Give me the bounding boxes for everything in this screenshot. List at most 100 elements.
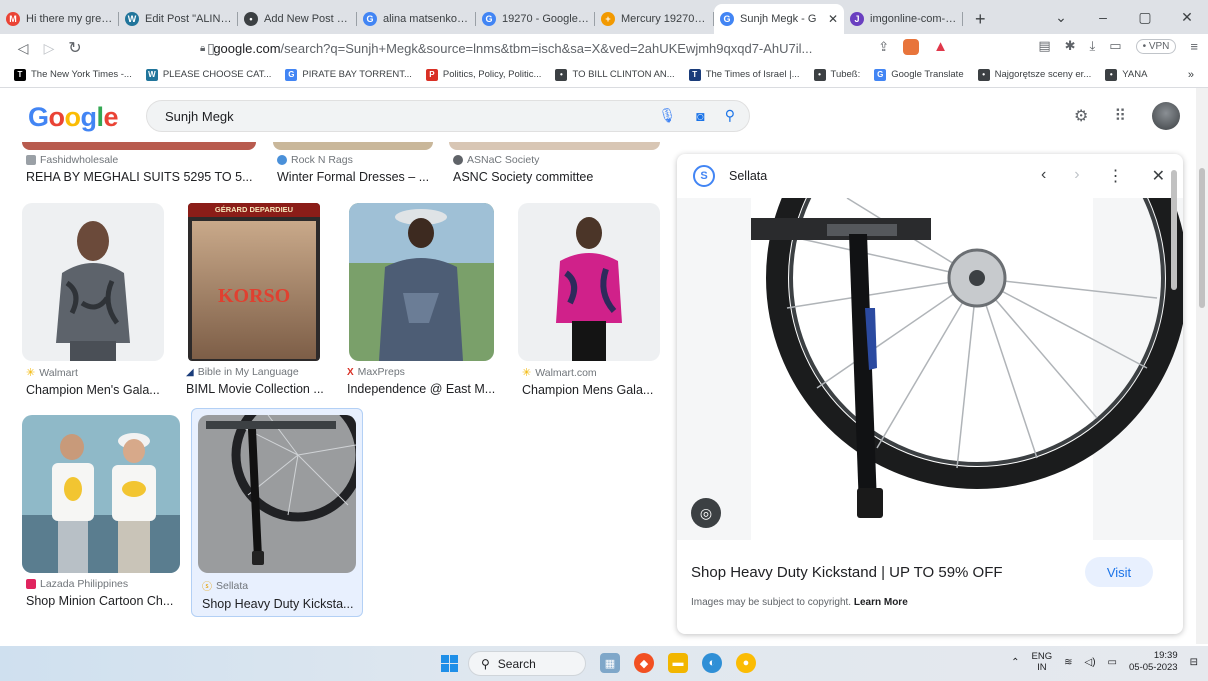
result-thumbnail[interactable] (518, 203, 660, 361)
bookmark-item[interactable]: G PIRATE BAY TORRENT... (285, 68, 412, 81)
browser-tab[interactable]: G 19270 - Google Sea (476, 4, 595, 34)
result-item[interactable]: ✳ Walmart Champion Men's Gala... (26, 366, 172, 398)
reload-icon[interactable]: ↻ (62, 38, 88, 58)
result-item[interactable]: ✳ Walmart.com Champion Mens Gala... (522, 366, 668, 398)
close-tab-icon[interactable]: ✕ (828, 12, 838, 26)
vpn-button[interactable]: • VPN (1135, 38, 1177, 54)
extensions-icon[interactable]: ✱ (1065, 38, 1076, 54)
bookmark-item[interactable]: • Tubeß: (813, 68, 860, 81)
result-thumbnail[interactable]: GÉRARD DEPARDIEU KORSO (188, 203, 320, 361)
brave-shields-icon[interactable] (903, 38, 920, 55)
language-indicator[interactable]: ENG IN (1032, 651, 1053, 673)
more-options-icon[interactable]: ⋮ (1108, 166, 1124, 186)
visit-button[interactable]: Visit (1085, 557, 1153, 587)
close-window-button[interactable]: ✕ (1166, 9, 1208, 26)
menu-icon[interactable]: ≡ (1190, 39, 1198, 54)
panel-scrollbar[interactable] (1169, 170, 1179, 620)
preview-image[interactable]: ◎ (677, 154, 1183, 540)
apps-grid-icon[interactable]: ⠿ (1114, 106, 1126, 126)
bookmark-item[interactable]: W PLEASE CHOOSE CAT... (145, 68, 271, 81)
result-item[interactable]: Rock N Rags Winter Formal Dresses – ... (277, 154, 437, 184)
browser-tab[interactable]: Jimgonline-com-ua- (844, 4, 963, 34)
maximize-button[interactable]: ▢ (1124, 9, 1166, 26)
download-icon[interactable]: ⤓ (1090, 38, 1096, 54)
result-item[interactable]: Fashidwholesale REHA BY MEGHALI SUITS 52… (26, 154, 261, 184)
minimize-button[interactable]: – (1082, 9, 1124, 25)
sidebar-icon[interactable]: ▤ (1038, 38, 1050, 54)
forward-icon[interactable]: ▷ (36, 40, 62, 57)
result-title[interactable]: Champion Men's Gala... (26, 383, 172, 397)
result-item[interactable]: ⓢ Sellata Shop Heavy Duty Kicksta... (202, 578, 358, 612)
bookmark-item[interactable]: P Politics, Policy, Politic... (425, 68, 541, 81)
result-title[interactable]: Winter Formal Dresses – ... (277, 170, 437, 184)
settings-gear-icon[interactable]: ⚙ (1074, 106, 1088, 126)
new-tab-button[interactable]: + (963, 4, 998, 34)
widgets-icon[interactable]: ▦ (600, 653, 620, 673)
result-title[interactable]: REHA BY MEGHALI SUITS 5295 TO 5... (26, 170, 261, 184)
result-title[interactable]: Shop Heavy Duty Kicksta... (202, 597, 358, 611)
next-image-icon[interactable]: › (1074, 166, 1079, 186)
bookmark-label: PIRATE BAY TORRENT... (302, 69, 412, 80)
bookmark-item[interactable]: T The New York Times -... (14, 68, 132, 81)
browser-tab[interactable]: + Mercury 19270 - TH (595, 4, 714, 34)
bookmarks-overflow-icon[interactable]: » (1188, 69, 1194, 81)
browser-tab[interactable]: M Hi there my great pe (0, 4, 119, 34)
volume-icon[interactable]: ◁) (1085, 657, 1096, 668)
wallet-icon[interactable]: ▭ (1109, 38, 1121, 54)
result-thumbnail[interactable] (22, 142, 256, 150)
file-explorer-icon[interactable]: ▬ (668, 653, 688, 673)
chrome-icon[interactable]: ● (736, 653, 756, 673)
result-title[interactable]: Champion Mens Gala... (522, 383, 668, 397)
result-item[interactable]: ◢ Bible in My Language BIML Movie Collect… (186, 366, 326, 396)
url-field[interactable]: 🔒︎ google.com/search?q=Sunjh+Megk&source… (200, 38, 812, 58)
search-icon[interactable]: ⚲ (725, 107, 735, 124)
brave-rewards-icon[interactable]: ▲ (933, 38, 948, 55)
bookmark-item[interactable]: • TO BILL CLINTON AN... (555, 68, 675, 81)
show-hidden-icons-icon[interactable]: ⌃ (1011, 657, 1019, 668)
tab-search-icon[interactable]: ⌄ (1040, 9, 1082, 26)
bookmark-item[interactable]: • Najgorętsze sceny er... (977, 68, 1091, 81)
google-logo[interactable]: Google (28, 102, 119, 133)
result-thumbnail[interactable] (22, 203, 164, 361)
clock[interactable]: 19:39 05-05-2023 (1129, 650, 1178, 674)
share-icon[interactable]: ⇪ (878, 39, 889, 55)
search-input[interactable] (165, 108, 625, 124)
bookmark-item[interactable]: T The Times of Israel |... (688, 68, 800, 81)
bookmark-item[interactable]: • YANA (1105, 68, 1147, 81)
account-avatar[interactable] (1152, 102, 1180, 130)
notifications-icon[interactable]: ⊟ (1190, 657, 1198, 668)
battery-icon[interactable]: ▭ (1108, 657, 1117, 668)
panel-title[interactable]: Shop Heavy Duty Kickstand | UP TO 59% OF… (691, 564, 1003, 581)
bookmark-item[interactable]: G Google Translate (874, 68, 964, 81)
previous-image-icon[interactable]: ‹ (1041, 166, 1046, 186)
result-title[interactable]: BIML Movie Collection ... (186, 382, 326, 396)
close-panel-icon[interactable]: ✕ (1152, 166, 1165, 186)
result-title[interactable]: ASNC Society committee (453, 170, 663, 184)
panel-source[interactable]: Sellata (729, 169, 767, 183)
google-lens-icon[interactable]: ◎ (691, 498, 721, 528)
result-item[interactable]: X MaxPreps Independence @ East M... (347, 366, 497, 396)
page-scrollbar[interactable] (1196, 88, 1208, 644)
result-thumbnail[interactable] (349, 203, 494, 361)
brave-browser-icon[interactable]: ◆ (634, 653, 654, 673)
microphone-icon[interactable]: 🎙︎ (658, 107, 676, 124)
result-item[interactable]: ASNaC Society ASNC Society committee (453, 154, 663, 184)
back-icon[interactable]: ◁ (10, 40, 36, 57)
result-title[interactable]: Independence @ East M... (347, 382, 497, 396)
wifi-icon[interactable]: ≋ (1064, 657, 1072, 668)
edge-browser-icon[interactable]: ◐ (702, 653, 722, 673)
result-item[interactable]: Lazada Philippines Shop Minion Cartoon C… (26, 578, 176, 608)
result-title[interactable]: Shop Minion Cartoon Ch... (26, 594, 176, 608)
result-thumbnail[interactable] (273, 142, 433, 150)
start-windows-icon[interactable] (441, 655, 458, 672)
taskbar-search[interactable]: ⚲ Search (468, 651, 586, 676)
browser-tab[interactable]: • Add New Post ‹ ALIN (238, 4, 357, 34)
learn-more-link[interactable]: Learn More (854, 597, 908, 608)
result-thumbnail[interactable] (449, 142, 660, 150)
tab-active[interactable]: G Sunjh Megk - G ✕ (714, 4, 844, 34)
result-thumbnail[interactable] (198, 415, 356, 573)
result-thumbnail[interactable] (22, 415, 180, 573)
camera-lens-icon[interactable]: ◙ (696, 108, 704, 124)
browser-tab[interactable]: Galina matsenko indu (357, 4, 476, 34)
browser-tab[interactable]: W Edit Post "ALINKA – (119, 4, 238, 34)
